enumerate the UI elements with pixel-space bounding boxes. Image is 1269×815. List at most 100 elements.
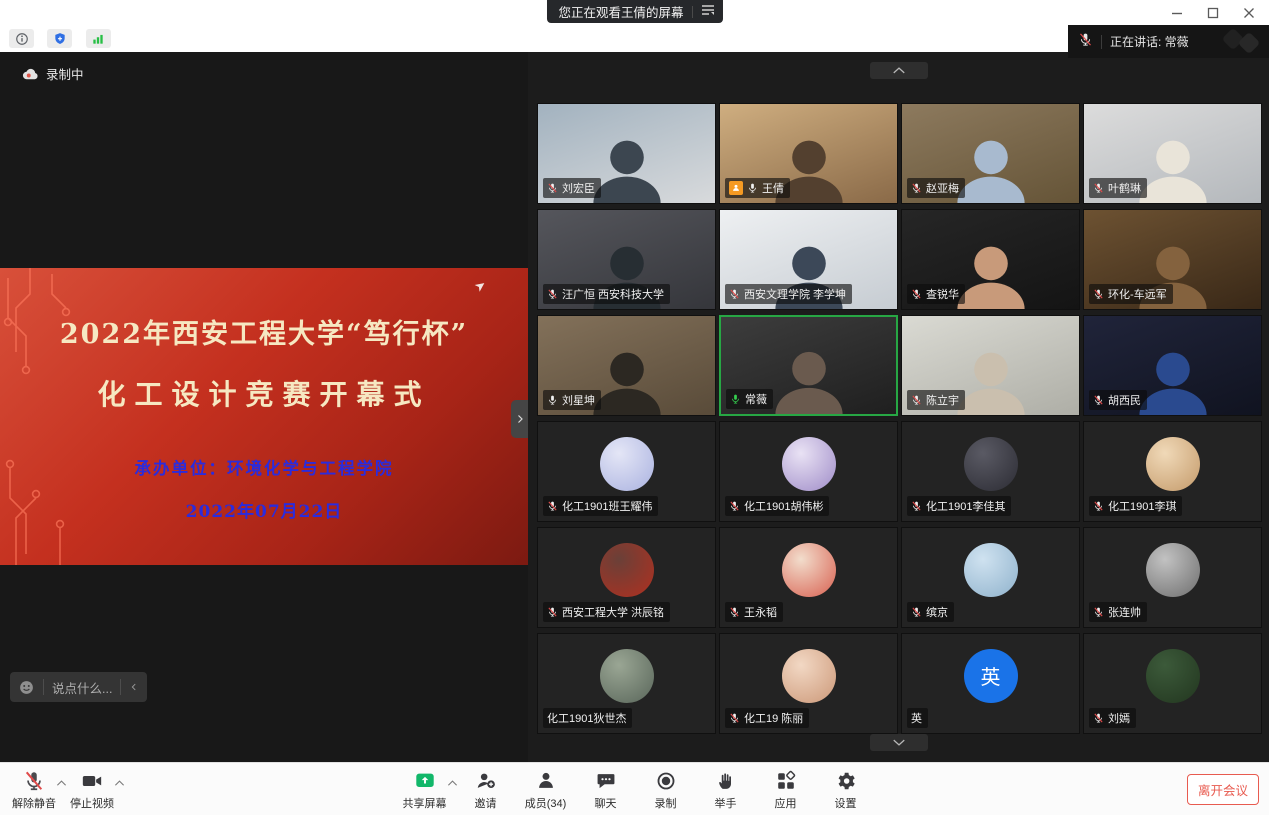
- participant-tile[interactable]: 化工1901狄世杰: [537, 633, 716, 734]
- chat-icon: [595, 769, 617, 793]
- meeting-logo: [1215, 27, 1267, 62]
- participant-name-pill: 叶鹤琳: [1089, 178, 1147, 198]
- participant-name-pill: 化工19 陈丽: [725, 708, 809, 728]
- participant-name: 刘嫣: [1108, 710, 1130, 726]
- toolbar-camera-button[interactable]: 停止视频: [68, 765, 116, 814]
- participant-tile[interactable]: 刘星坤: [537, 315, 716, 416]
- participant-name-pill: 赵亚梅: [907, 178, 965, 198]
- participant-tile[interactable]: 常薇: [719, 315, 898, 416]
- participant-tile[interactable]: 化工1901班王耀伟: [537, 421, 716, 522]
- participant-name-pill: 王永韬: [725, 602, 783, 622]
- participant-tile[interactable]: 西安工程大学 洪辰铭: [537, 527, 716, 628]
- toolbar-button-label: 举手: [715, 795, 737, 811]
- mic-muted-icon: [729, 500, 740, 512]
- toolbar-hand-button[interactable]: 举手: [703, 765, 749, 814]
- chat-placeholder[interactable]: 说点什么...: [52, 678, 112, 697]
- participant-tile[interactable]: 王倩: [719, 103, 898, 204]
- participant-tile[interactable]: 胡西民: [1083, 315, 1262, 416]
- maximize-button[interactable]: [1199, 2, 1227, 24]
- participant-tile[interactable]: 刘嫣: [1083, 633, 1262, 734]
- participant-tile[interactable]: 化工19 陈丽: [719, 633, 898, 734]
- toolbar-center-group: 共享屏幕 邀请 成员(34) 聊天 录制 举手 应用 设置: [401, 763, 869, 815]
- mic-muted-icon: [911, 182, 922, 194]
- security-shield-icon[interactable]: [47, 29, 72, 48]
- host-badge-icon: [729, 181, 743, 195]
- slide-subtitle-date: 2022年07月22日: [0, 497, 528, 522]
- participant-tile[interactable]: 陈立宇: [901, 315, 1080, 416]
- slide-title-line1: 2022年西安工程大学“笃行杯”: [0, 312, 528, 351]
- toolbar-button-label: 录制: [655, 795, 677, 811]
- participant-tile[interactable]: 叶鹤琳: [1083, 103, 1262, 204]
- next-page-arrow[interactable]: [511, 400, 528, 438]
- toolbar-members-button[interactable]: 成员(34): [523, 765, 569, 814]
- close-button[interactable]: [1235, 2, 1263, 24]
- participant-name-pill: 化工1901李琪: [1089, 496, 1182, 516]
- participant-tile[interactable]: 英 英: [901, 633, 1080, 734]
- avatar: [600, 649, 654, 703]
- toolbar-record-button[interactable]: 录制: [643, 765, 689, 814]
- mic-muted-icon: [1093, 712, 1104, 724]
- participant-name: 查锐华: [926, 286, 959, 302]
- participant-name: 胡西民: [1108, 392, 1141, 408]
- slide-title-line2: 化工设计竞赛开幕式: [0, 373, 528, 413]
- screen-watch-pill[interactable]: 您正在观看王倩的屏幕: [546, 0, 722, 23]
- window-controls: [1163, 0, 1263, 25]
- participant-tile[interactable]: 西安文理学院 李学坤: [719, 209, 898, 310]
- leave-meeting-button[interactable]: 离开会议: [1187, 774, 1259, 805]
- avatar: [1146, 543, 1200, 597]
- toolbar-chat-button[interactable]: 聊天: [583, 765, 629, 814]
- mic-muted-icon: [911, 394, 922, 406]
- quick-chat-input[interactable]: 说点什么...: [10, 672, 147, 702]
- participant-name-pill: 化工1901狄世杰: [543, 708, 632, 728]
- participant-tile[interactable]: 查锐华: [901, 209, 1080, 310]
- divider: [1101, 35, 1102, 49]
- chevron-up-icon[interactable]: [114, 774, 125, 792]
- participant-name: 缤京: [926, 604, 948, 620]
- divider: [692, 6, 693, 18]
- participant-name: 西安文理学院 李学坤: [744, 286, 846, 302]
- toolbar-button-label: 设置: [835, 795, 857, 811]
- toolbar-invite-button[interactable]: 邀请: [463, 765, 509, 814]
- participant-tile[interactable]: 缤京: [901, 527, 1080, 628]
- chevron-up-icon[interactable]: [56, 774, 67, 792]
- toolbar-mic-muted-button[interactable]: 解除静音: [10, 765, 58, 814]
- participant-name: 赵亚梅: [926, 180, 959, 196]
- participant-tile[interactable]: 汪广恒 西安科技大学: [537, 209, 716, 310]
- toolbar-share-screen-button[interactable]: 共享屏幕: [401, 765, 449, 814]
- participant-name-pill: 西安文理学院 李学坤: [725, 284, 852, 304]
- layout-menu-icon[interactable]: [701, 3, 715, 21]
- participant-tile[interactable]: 化工1901李琪: [1083, 421, 1262, 522]
- participant-tile[interactable]: 环化-车远军: [1083, 209, 1262, 310]
- emoji-icon[interactable]: [18, 679, 35, 696]
- avatar: [600, 543, 654, 597]
- participant-name-pill: 缤京: [907, 602, 954, 622]
- toolbar-button-label: 解除静音: [12, 795, 56, 811]
- presenter-cursor-icon: ➤: [471, 276, 489, 295]
- participant-tile[interactable]: 张连帅: [1083, 527, 1262, 628]
- mic-muted-icon: [547, 500, 558, 512]
- network-signal-icon[interactable]: [86, 29, 111, 48]
- participant-name-pill: 化工1901班王耀伟: [543, 496, 658, 516]
- minimize-button[interactable]: [1163, 2, 1191, 24]
- participant-name-pill: 英: [907, 708, 928, 728]
- participant-name-pill: 化工1901胡伟彬: [725, 496, 829, 516]
- toolbar-settings-button[interactable]: 设置: [823, 765, 869, 814]
- mic-muted-icon: [23, 769, 45, 793]
- meeting-info-button[interactable]: [9, 29, 34, 48]
- participant-tile[interactable]: 赵亚梅: [901, 103, 1080, 204]
- participant-tile[interactable]: 化工1901李佳其: [901, 421, 1080, 522]
- mic-muted-icon: [547, 182, 558, 194]
- presentation-slide: 2022年西安工程大学“笃行杯” 化工设计竞赛开幕式 承办单位：环境化学与工程学…: [0, 268, 528, 565]
- toolbar-apps-button[interactable]: 应用: [763, 765, 809, 814]
- mic-muted-icon: [1093, 182, 1104, 194]
- participant-tile[interactable]: 王永韬: [719, 527, 898, 628]
- chevron-up-icon[interactable]: [447, 774, 458, 792]
- scroll-down-button[interactable]: [870, 734, 928, 751]
- collapse-chevron-icon[interactable]: [129, 681, 139, 693]
- participant-tile[interactable]: 化工1901胡伟彬: [719, 421, 898, 522]
- scroll-up-button[interactable]: [870, 62, 928, 79]
- mic-speaking-icon: [730, 393, 741, 405]
- participant-name-pill: 常薇: [726, 389, 773, 409]
- mic-muted-icon: [911, 500, 922, 512]
- participant-tile[interactable]: 刘宏臣: [537, 103, 716, 204]
